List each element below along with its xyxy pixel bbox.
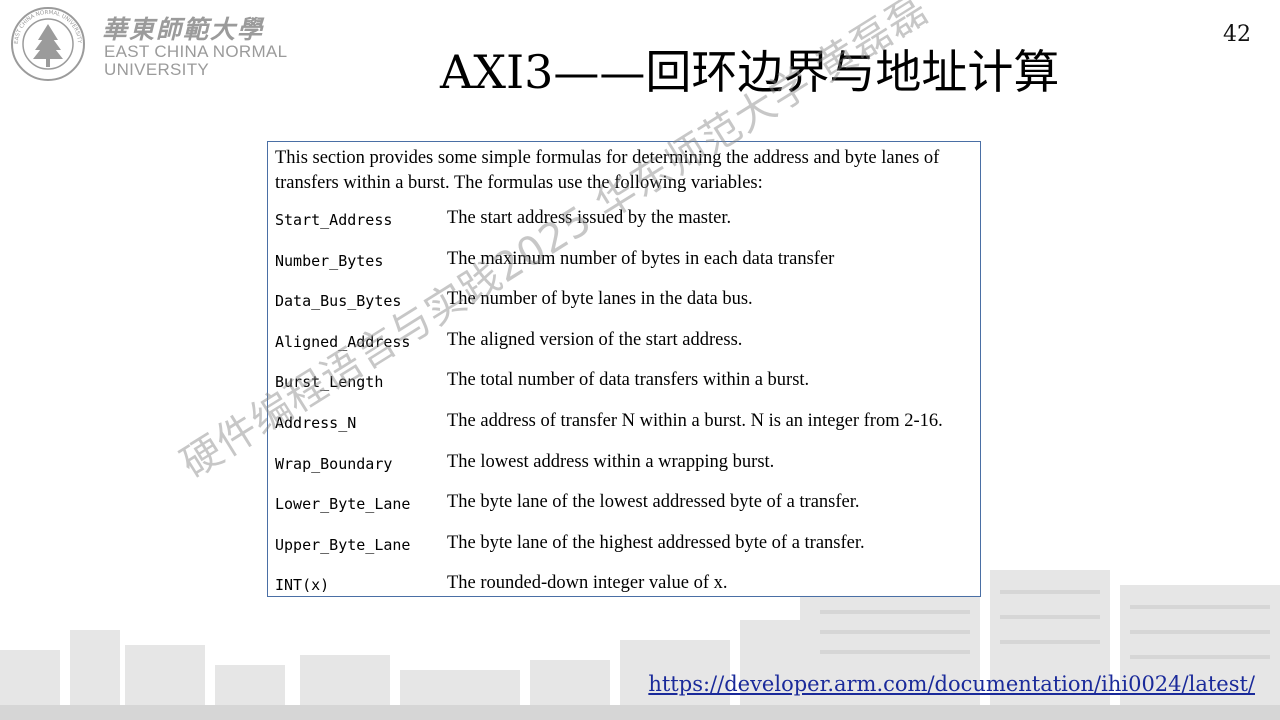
- variable-name: Data_Bus_Bytes: [275, 292, 402, 311]
- variable-name: Burst_Length: [275, 373, 384, 392]
- variable-row: Data_Bus_Bytes The number of byte lanes i…: [268, 289, 980, 317]
- variable-description: The lowest address within a wrapping bur…: [447, 451, 775, 472]
- variable-row: INT(x) The rounded-down integer value of …: [268, 573, 980, 601]
- variable-description: The start address issued by the master.: [447, 208, 732, 228]
- spec-excerpt-box: This section provides some simple formul…: [267, 141, 981, 597]
- variable-name: INT(x): [275, 576, 330, 595]
- variable-row: Number_Bytes The maximum number of bytes …: [268, 248, 980, 277]
- variable-name: Start_Address: [275, 211, 393, 229]
- variable-name: Address_N: [275, 414, 357, 432]
- university-name-english-line2: UNIVERSITY: [104, 60, 210, 79]
- variable-name: Number_Bytes: [275, 251, 384, 270]
- reference-link[interactable]: https://developer.arm.com/documentation/…: [648, 672, 1255, 696]
- university-name-english-line1: EAST CHINA NORMAL: [104, 42, 288, 61]
- university-name-chinese: 華東師範大學: [102, 15, 265, 44]
- variable-name: Aligned_Address: [275, 332, 411, 351]
- spec-intro-text: This section provides some simple formul…: [275, 148, 940, 193]
- variable-row: Aligned_Address The aligned version of th…: [268, 329, 980, 358]
- university-logo: EAST CHINA NORMAL UNIVERSITY 華東師範大學 EAST…: [6, 4, 296, 84]
- variable-row: Start_Address The start address issued by…: [268, 208, 980, 236]
- variable-description: The address of transfer N within a burst…: [447, 411, 943, 431]
- variable-description: The number of byte lanes in the data bus…: [447, 289, 753, 310]
- variable-description: The total number of data transfers withi…: [447, 370, 810, 391]
- variable-row: Address_N The address of transfer N withi…: [268, 411, 980, 439]
- variable-description: The aligned version of the start address…: [447, 329, 743, 350]
- university-seal-icon: EAST CHINA NORMAL UNIVERSITY: [11, 7, 85, 81]
- variable-name: Lower_Byte_Lane: [275, 495, 411, 514]
- variable-row: Lower_Byte_Lane The byte lane of the lowe…: [268, 492, 980, 520]
- variable-description: The maximum number of bytes in each data…: [447, 248, 835, 269]
- variable-description: The byte lane of the lowest addressed by…: [447, 492, 860, 513]
- variable-name: Wrap_Boundary: [275, 454, 393, 473]
- variable-description: The byte lane of the highest addressed b…: [447, 532, 865, 553]
- page-number: 42: [1223, 22, 1251, 47]
- variable-name: Upper_Byte_Lane: [275, 535, 411, 554]
- variable-description: The rounded-down integer value of x.: [447, 573, 728, 594]
- slide-title: AXI3——回环边界与地址计算: [440, 45, 1060, 99]
- variable-row: Burst_Length The total number of data tra…: [268, 370, 980, 398]
- variable-row: Wrap_Boundary The lowest address within a…: [268, 451, 980, 480]
- variable-row: Upper_Byte_Lane The byte lane of the high…: [268, 532, 980, 561]
